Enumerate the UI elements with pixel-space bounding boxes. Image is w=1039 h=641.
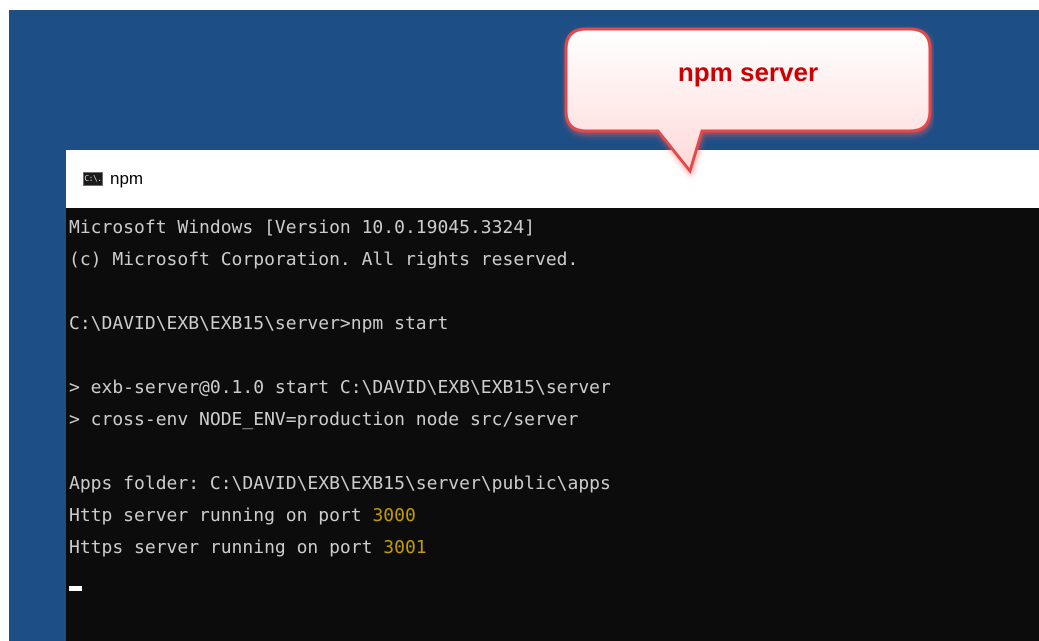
console-line-https: Https server running on port 3001 — [69, 532, 1029, 564]
console-line: Microsoft Windows [Version 10.0.19045.33… — [69, 217, 535, 238]
callout-label: npm server — [677, 57, 819, 87]
speech-bubble-icon — [564, 27, 932, 175]
console-line: > cross-env NODE_ENV=production node src… — [69, 409, 579, 430]
console-line: C:\DAVID\EXB\EXB15\server>npm start — [69, 313, 449, 334]
console-line: (c) Microsoft Corporation. All rights re… — [69, 249, 579, 270]
console-output[interactable]: Microsoft Windows [Version 10.0.19045.33… — [69, 212, 1029, 632]
http-port-number: 3000 — [372, 505, 416, 526]
cmd-icon: C:\. — [83, 172, 103, 186]
window-title: npm — [110, 169, 144, 188]
callout-annotation: npm server — [562, 23, 934, 175]
https-port-number: 3001 — [383, 537, 427, 558]
text-cursor — [69, 586, 82, 591]
console-line: > exb-server@0.1.0 start C:\DAVID\EXB\EX… — [69, 377, 611, 398]
http-status-text: Http server running on port — [69, 505, 373, 526]
console-line: Apps folder: C:\DAVID\EXB\EXB15\server\p… — [69, 473, 611, 494]
https-status-text: Https server running on port — [69, 537, 384, 558]
console-window[interactable]: C:\. npm Microsoft Windows [Version 10.0… — [66, 150, 1039, 641]
console-line-http: Http server running on port 3000 — [69, 500, 1029, 532]
